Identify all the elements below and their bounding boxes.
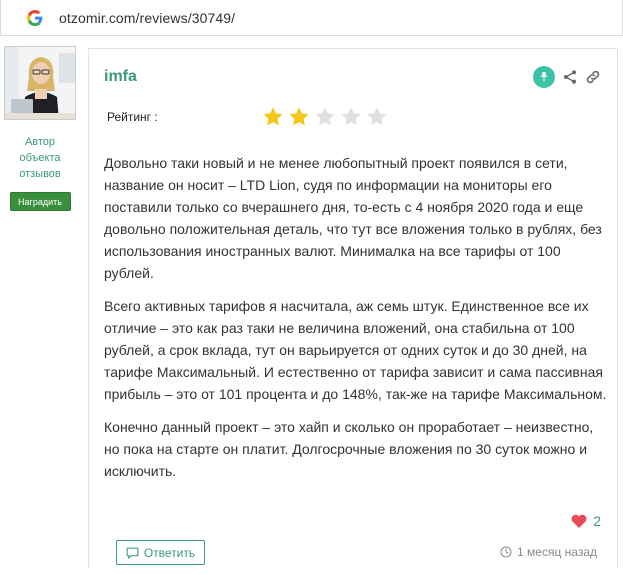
- comment-icon: [126, 547, 139, 559]
- username[interactable]: imfa: [104, 68, 137, 86]
- star-filled-icon[interactable]: [288, 106, 310, 128]
- star-empty-icon[interactable]: [366, 106, 388, 128]
- heart-icon[interactable]: [571, 514, 587, 528]
- avatar[interactable]: [4, 46, 76, 120]
- review-actions: [533, 66, 601, 88]
- review-paragraph: Конечно данный проект – это хайп и сколь…: [104, 419, 594, 479]
- google-g-icon: [27, 9, 43, 26]
- pin-icon: [540, 72, 548, 83]
- rating-stars: [262, 106, 392, 128]
- star-filled-icon[interactable]: [262, 106, 284, 128]
- review-text: Довольно таки новый и не менее любопытны…: [104, 152, 609, 493]
- review-paragraph: Довольно таки новый и не менее любопытны…: [104, 155, 602, 281]
- pin-button[interactable]: [533, 66, 555, 88]
- star-empty-icon[interactable]: [340, 106, 362, 128]
- link-icon[interactable]: [585, 69, 601, 85]
- likes[interactable]: 2: [571, 513, 601, 529]
- clock-icon: [500, 546, 512, 558]
- avatar-photo: [5, 47, 75, 119]
- timestamp: 1 месяц назад: [500, 545, 597, 559]
- reward-button[interactable]: Наградить: [9, 192, 71, 211]
- author-label-line2: объекта: [19, 152, 61, 164]
- time-ago: 1 месяц назад: [517, 545, 597, 559]
- rating-label: Рейтинг :: [107, 110, 158, 124]
- review-paragraph: Всего активных тарифов я насчитала, аж с…: [104, 298, 607, 402]
- author-panel: Автор объекта отзывов Наградить: [4, 46, 76, 211]
- share-icon[interactable]: [562, 69, 578, 85]
- rating-row: Рейтинг :: [107, 106, 392, 128]
- url-text: otzomir.com/reviews/30749/: [59, 9, 236, 26]
- author-label-line1: Автор: [24, 136, 56, 148]
- address-bar[interactable]: otzomir.com/reviews/30749/: [0, 0, 623, 36]
- author-label: Автор объекта отзывов: [4, 134, 76, 182]
- reply-button[interactable]: Ответить: [116, 540, 205, 565]
- reply-label: Ответить: [143, 545, 196, 560]
- author-label-line3: отзывов: [19, 168, 61, 180]
- likes-count: 2: [593, 513, 601, 529]
- review-card: imfa Рейтинг : Довольно таки новый и не …: [88, 48, 618, 568]
- star-empty-icon[interactable]: [314, 106, 336, 128]
